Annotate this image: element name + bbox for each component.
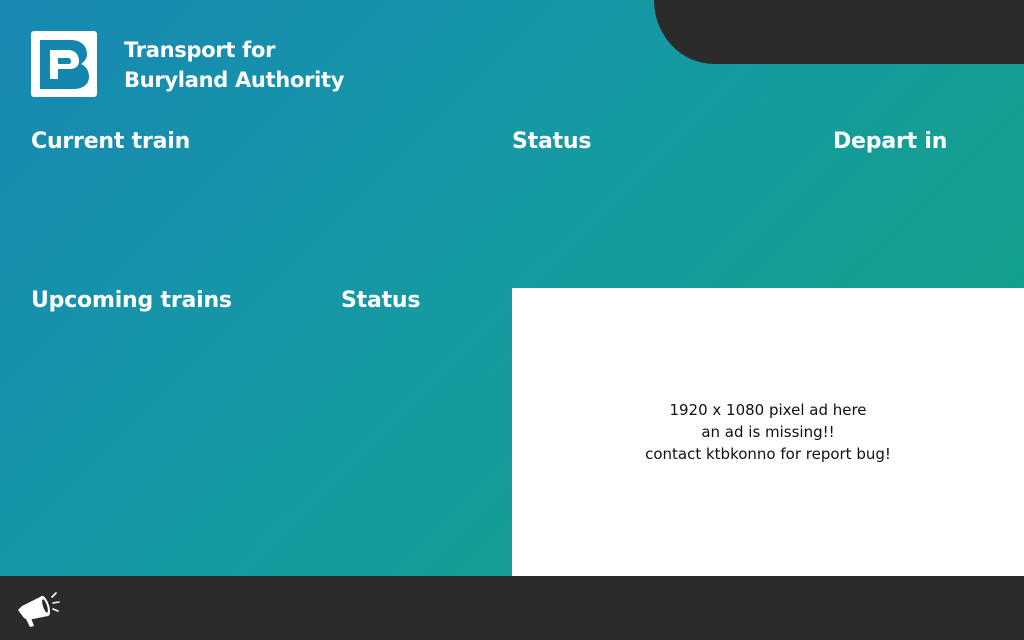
current-train-heading: Current train (31, 129, 191, 154)
ad-line-missing: an ad is missing!! (701, 423, 835, 441)
megaphone-icon (14, 590, 60, 630)
announcement-bar (0, 576, 1024, 640)
brand-line-2: Buryland Authority (124, 68, 345, 92)
brand-name: Transport for Buryland Authority (124, 35, 344, 95)
current-status-heading: Status (512, 129, 592, 154)
ad-line-contact: contact ktbkonno for report bug! (645, 445, 891, 463)
depart-in-heading: Depart in (833, 129, 948, 154)
brand-b-logo-icon (31, 31, 97, 97)
ad-line-size: 1920 x 1080 pixel ad here (669, 401, 867, 419)
ad-placeholder: 1920 x 1080 pixel ad here an ad is missi… (512, 288, 1024, 576)
upcoming-trains-heading: Upcoming trains (31, 288, 232, 313)
station-display: Transport for Buryland Authority Current… (0, 0, 1024, 640)
brand-line-1: Transport for (124, 38, 276, 62)
top-right-corner-tab (654, 0, 1024, 64)
upcoming-status-heading: Status (341, 288, 421, 313)
